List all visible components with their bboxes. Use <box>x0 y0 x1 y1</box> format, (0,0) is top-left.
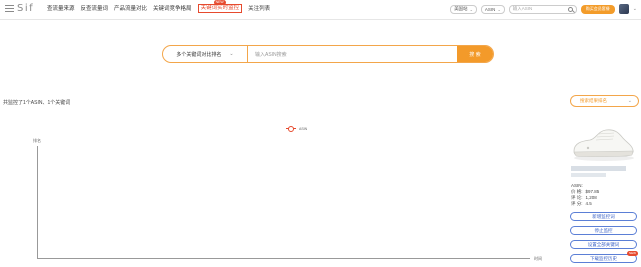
y-axis <box>37 146 38 258</box>
search-mode-value: 多个关键词对比排名 <box>176 51 222 58</box>
chart-legend[interactable]: ASIN <box>286 126 308 132</box>
header-tools: 美国站 ⌄ ASIN ⌄ 输入ASIN 购买会员套餐 ⌄ <box>450 4 637 14</box>
x-axis-label: 时间 <box>534 256 542 261</box>
stop-monitor-button[interactable]: 停止监控 <box>570 226 637 235</box>
search-type-value: ASIN <box>484 6 496 12</box>
nav-traffic-source[interactable]: 查流量来源 <box>47 5 75 13</box>
main-search-bar: 多个关键词对比排名 ⌄ 输入ASIN搜索 搜 索 <box>162 45 494 63</box>
brand-name: Sif <box>17 3 35 14</box>
sort-select[interactable]: 搜索结果排名 ⌄ <box>570 95 639 107</box>
chevron-down-icon: ⌄ <box>497 6 501 12</box>
download-history-label: 下载监控历史 <box>590 255 617 261</box>
marketplace-select[interactable]: 美国站 ⌄ <box>450 4 477 14</box>
top-bar: Sif 查流量来源 反查流量词 产品流量对比 关键词竞争格局 关键词实时监控 N… <box>0 0 641 20</box>
search-mode-select[interactable]: 多个关键词对比排名 ⌄ <box>163 46 248 62</box>
x-axis <box>37 258 530 259</box>
logo[interactable]: Sif <box>5 3 34 14</box>
main-nav: 查流量来源 反查流量词 产品流量对比 关键词竞争格局 关键词实时监控 NEW 关… <box>47 0 270 13</box>
legend-line-marker-icon <box>286 126 296 132</box>
nav-reverse-keywords[interactable]: 反查流量词 <box>81 5 109 13</box>
rating-value: 4.5 <box>585 201 592 206</box>
rating-row: 评 分: 4.5 <box>571 201 599 207</box>
chevron-down-icon: ⌄ <box>627 98 632 104</box>
chevron-down-icon[interactable]: ⌄ <box>633 6 637 12</box>
header-search-placeholder: 输入ASIN <box>512 6 533 11</box>
product-subtitle-blurred <box>571 173 606 177</box>
menu-icon[interactable] <box>5 5 14 12</box>
nav-watchlist[interactable]: 关注列表 <box>248 5 270 13</box>
nav-product-compare[interactable]: 产品流量对比 <box>114 5 147 13</box>
search-button[interactable]: 搜 索 <box>457 46 493 62</box>
new-badge: NEW <box>627 251 638 256</box>
legend-label: ASIN <box>299 126 308 131</box>
download-history-button[interactable]: 下载监控历史 NEW <box>570 251 638 263</box>
results-summary: 共监控了1个ASIN、1个关键词 <box>3 100 71 106</box>
add-keyword-button[interactable]: 新增监控词 <box>570 212 637 221</box>
avatar[interactable] <box>618 4 629 14</box>
nav-keyword-monitor-label: 关键词实时监控 <box>200 5 240 11</box>
nav-keyword-monitor[interactable]: 关键词实时监控 NEW <box>197 0 243 13</box>
product-meta: ASIN: 价 格: $97.85 评 论: 1,208 评 分: 4.5 <box>571 183 599 207</box>
sort-select-value: 搜索结果排名 <box>580 98 607 103</box>
new-badge: NEW <box>213 0 226 5</box>
upgrade-button[interactable]: 购买会员套餐 <box>580 4 615 14</box>
nav-keyword-competition[interactable]: 关键词竞争格局 <box>153 5 192 13</box>
chevron-down-icon: ⌄ <box>469 6 473 12</box>
product-title-blurred <box>571 166 626 171</box>
search-type-select[interactable]: ASIN ⌄ <box>480 4 505 14</box>
y-axis-label: 排名 <box>33 138 41 143</box>
set-all-keywords-button[interactable]: 设置全部关键词 <box>570 240 637 249</box>
search-icon[interactable] <box>567 6 573 12</box>
asin-search-input[interactable]: 输入ASIN搜索 <box>248 46 457 62</box>
product-image[interactable] <box>568 121 638 163</box>
chevron-down-icon: ⌄ <box>229 51 234 57</box>
marketplace-value: 美国站 <box>454 6 468 11</box>
rating-label: 评 分: <box>571 201 583 206</box>
asin-search-placeholder: 输入ASIN搜索 <box>255 51 287 58</box>
header-search-input[interactable]: 输入ASIN <box>508 4 577 14</box>
